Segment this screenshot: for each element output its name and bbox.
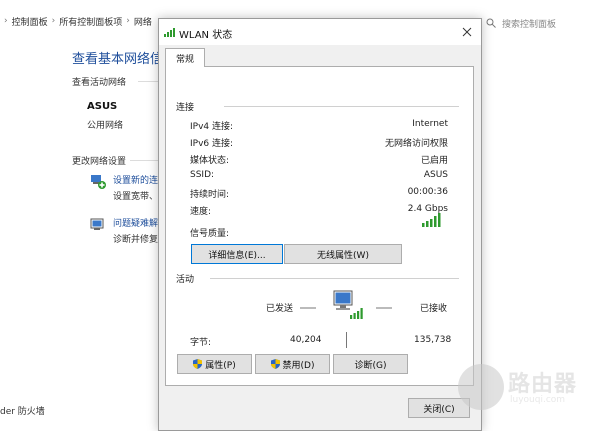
divider <box>138 81 160 82</box>
duration-label: 持续时间: <box>190 190 230 200</box>
ipv6-value: 无网络访问权限 <box>384 139 448 149</box>
ssid-value: ASUS <box>423 170 448 180</box>
chevron-right-icon: › <box>4 16 8 26</box>
disable-button-label: 禁用(D) <box>282 360 315 371</box>
ipv4-label: IPv4 连接: <box>190 122 234 132</box>
activity-group-label: 活动 <box>176 272 199 285</box>
watermark-url: luyouqi.com <box>510 395 566 405</box>
breadcrumb-item-network[interactable]: 网络 <box>134 15 152 28</box>
dialog-title: WLAN 状态 <box>179 30 233 41</box>
task-setup-connection-desc: 设置宽带、 <box>113 192 159 202</box>
breadcrumb: › 控制面板 › 所有控制面板项 › 网络 <box>0 13 152 29</box>
router-logo-icon <box>458 364 504 410</box>
active-networks-label: 查看活动网络 <box>72 78 127 88</box>
media-state-value: 已启用 <box>420 156 448 166</box>
received-label: 已接收 <box>420 304 448 314</box>
speed-label: 速度: <box>190 207 212 217</box>
breadcrumb-item-control-panel[interactable]: 控制面板 <box>12 15 48 28</box>
dialog-titlebar[interactable]: WLAN 状态 <box>159 19 481 45</box>
watermark: 路由器 luyouqi.com <box>458 362 600 412</box>
bytes-label: 字节: <box>190 338 212 348</box>
group-divider <box>224 106 459 107</box>
close-icon[interactable] <box>457 22 477 42</box>
firewall-link[interactable]: der 防火墙 <box>0 404 45 417</box>
ipv6-label: IPv6 连接: <box>190 139 234 149</box>
tab-general[interactable]: 常规 <box>165 48 205 67</box>
chevron-right-icon: › <box>126 16 130 26</box>
disable-button[interactable]: 禁用(D) <box>255 354 330 374</box>
network-type: 公用网络 <box>87 121 124 131</box>
properties-button[interactable]: 属性(P) <box>177 354 252 374</box>
media-state-label: 媒体状态: <box>190 156 230 166</box>
chevron-right-icon: › <box>51 16 56 26</box>
signal-strength-icon <box>422 213 441 227</box>
details-button[interactable]: 详细信息(E)... <box>191 244 283 264</box>
wifi-signal-icon <box>164 28 175 37</box>
task-troubleshoot-link[interactable]: 问题疑难解 <box>113 216 158 229</box>
divider <box>130 160 158 161</box>
properties-button-label: 属性(P) <box>205 360 236 371</box>
ipv4-value: Internet <box>412 119 448 129</box>
search-icon <box>486 18 496 28</box>
wireless-properties-button[interactable]: 无线属性(W) <box>284 244 402 264</box>
network-setup-icon <box>91 175 106 189</box>
network-computer-icon <box>333 290 363 319</box>
signal-quality-label: 信号质量: <box>190 229 230 239</box>
general-panel: 连接 IPv4 连接: Internet IPv6 连接: 无网络访问权限 媒体… <box>165 66 474 386</box>
duration-value: 00:00:36 <box>407 187 448 197</box>
sent-line <box>300 307 316 309</box>
uac-shield-icon <box>270 359 280 369</box>
task-setup-connection-link[interactable]: 设置新的连 <box>113 173 158 186</box>
bytes-received-value: 135,738 <box>414 335 452 345</box>
search-input[interactable]: 搜索控制面板 <box>486 15 600 31</box>
uac-shield-icon <box>193 359 203 369</box>
breadcrumb-item-all-items[interactable]: 所有控制面板项 <box>59 15 122 28</box>
wlan-status-dialog: WLAN 状态 常规 连接 IPv4 连接: Internet IPv6 连接:… <box>158 18 482 431</box>
bytes-divider <box>346 332 347 348</box>
watermark-brand: 路由器 <box>508 372 578 397</box>
network-name: ASUS <box>87 101 118 112</box>
search-placeholder: 搜索控制面板 <box>502 19 557 30</box>
ssid-label: SSID: <box>190 170 215 180</box>
received-line <box>376 307 392 309</box>
connection-group-label: 连接 <box>176 100 199 113</box>
change-settings-label: 更改网络设置 <box>72 157 127 167</box>
troubleshoot-icon <box>90 218 104 230</box>
bytes-sent-value: 40,204 <box>290 335 322 345</box>
task-troubleshoot-desc: 诊断并修复 <box>113 235 159 245</box>
sent-label: 已发送 <box>266 304 294 314</box>
diagnose-button[interactable]: 诊断(G) <box>333 354 408 374</box>
group-divider <box>210 278 459 279</box>
